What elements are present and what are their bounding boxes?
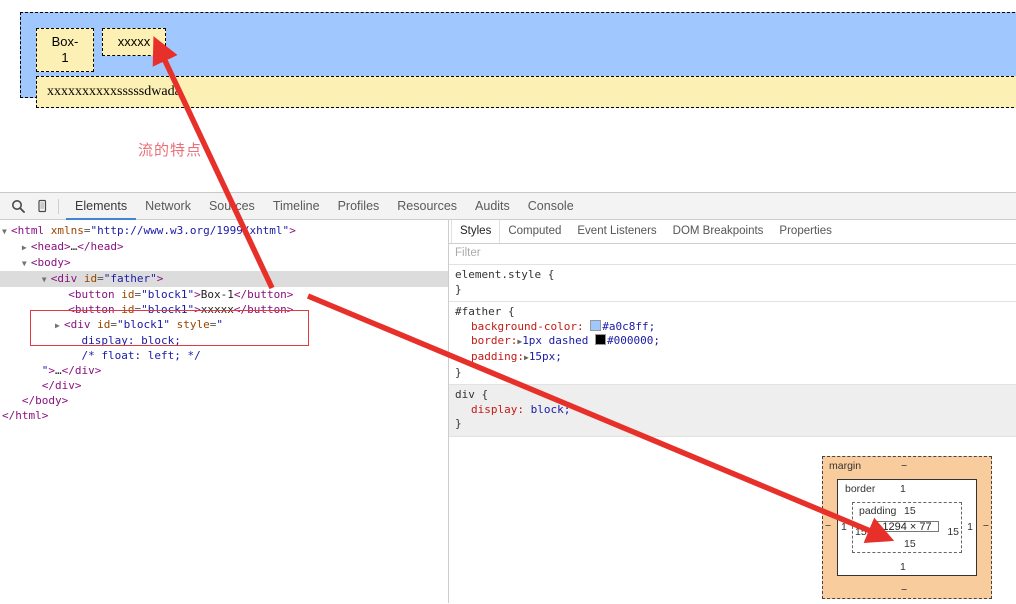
selector-father: #father { [455, 305, 515, 319]
toolbar-separator [58, 198, 59, 214]
dom-line-head[interactable]: ▶ <head>…</head> [0, 239, 448, 255]
selector-div: div { [455, 388, 489, 402]
value-border[interactable]: 1px dashed [522, 334, 588, 347]
dom-line-div-block1-close[interactable]: ">…</div> [0, 363, 448, 378]
box-model-margin-right[interactable]: − [983, 520, 989, 532]
tab-audits[interactable]: Audits [466, 193, 519, 220]
dom-line-html[interactable]: ▼ <html xmlns="http://www.w3.org/1999/xht… [0, 223, 448, 239]
dom-line-body[interactable]: ▼ <body> [0, 255, 448, 271]
value-border-color[interactable]: #000000; [607, 334, 660, 347]
prop-border[interactable]: border: [455, 334, 517, 347]
box-model-margin-area[interactable]: margin − − − − border 1 1 1 1 padding 15… [822, 456, 992, 599]
tab-elements[interactable]: Elements [66, 193, 136, 220]
search-icon[interactable] [6, 194, 30, 218]
box-model-border-left[interactable]: 1 [841, 521, 847, 533]
rule-close-brace: } [455, 365, 462, 379]
block1-div: xxxxxxxxxxsssssdwada [36, 76, 1016, 108]
dom-line-div-father[interactable]: ▼ <div id="father"> [0, 271, 448, 287]
dom-line-style-float-comment[interactable]: /* float: left; */ [0, 348, 448, 363]
box-model-border-top[interactable]: 1 [900, 483, 906, 495]
tab-resources[interactable]: Resources [388, 193, 466, 220]
rule-father[interactable]: #father { background-color: #a0c8ff; bor… [449, 302, 1016, 386]
dom-tree-pane[interactable]: ▼ <html xmlns="http://www.w3.org/1999/xht… [0, 220, 448, 603]
box-model-content-size[interactable]: 1294 × 77 [875, 521, 939, 533]
chinese-annotation-label: 流的特点 [138, 141, 203, 159]
dom-line-body-close[interactable]: </body> [0, 393, 448, 408]
box-model-border-bottom[interactable]: 1 [900, 561, 906, 573]
tab-network[interactable]: Network [136, 193, 200, 220]
box-model-padding-label: padding [859, 505, 897, 517]
box-model-padding-bottom[interactable]: 15 [904, 538, 916, 550]
box-model-padding-left[interactable]: 15 [855, 526, 867, 538]
box-model-padding-right[interactable]: 15 [947, 526, 959, 538]
box-model-padding-top[interactable]: 15 [904, 505, 916, 517]
style-filter-input[interactable]: Filter [449, 244, 1016, 265]
box-model-margin-left[interactable]: − [825, 520, 831, 532]
color-swatch-border[interactable] [595, 334, 607, 346]
dom-line-html-close[interactable]: </html> [0, 408, 448, 423]
styles-pane-tabs: Styles Computed Event Listeners DOM Brea… [449, 220, 1016, 244]
dom-line-button-xxxxx[interactable]: <button id="block1">xxxxx</button> [0, 302, 448, 317]
selector-element-style: element.style { [455, 268, 555, 281]
xxxxx-button[interactable]: xxxxx [102, 28, 166, 56]
rule-element-style[interactable]: element.style { } [449, 265, 1016, 303]
box-model-margin-top[interactable]: − [901, 460, 907, 472]
rule-close-brace: } [455, 282, 462, 296]
father-div: Box-1 xxxxx xxxxxxxxxxsssssdwada [20, 12, 1016, 108]
expand-triangle-icon[interactable]: ▼ [2, 224, 11, 239]
expand-triangle-icon[interactable]: ▼ [42, 272, 51, 287]
tab-styles[interactable]: Styles [451, 220, 501, 243]
dom-line-style-display[interactable]: display: block; [0, 333, 448, 348]
box-model-border-right[interactable]: 1 [967, 521, 973, 533]
value-display[interactable]: block; [531, 403, 571, 416]
value-padding[interactable]: 15px; [529, 350, 562, 363]
box-model-margin-label: margin [829, 460, 862, 472]
tab-event-listeners[interactable]: Event Listeners [569, 220, 664, 243]
collapse-triangle-icon[interactable]: ▶ [22, 240, 31, 255]
tab-console[interactable]: Console [519, 193, 583, 220]
tab-sources[interactable]: Sources [200, 193, 264, 220]
tab-profiles[interactable]: Profiles [329, 193, 389, 220]
dom-line-div-father-close[interactable]: </div> [0, 378, 448, 393]
dom-line-div-block1[interactable]: ▶ <div id="block1" style=" [0, 317, 448, 333]
box-1-button[interactable]: Box-1 [36, 28, 94, 72]
value-background-color[interactable]: #a0c8ff; [602, 320, 655, 333]
box-model-diagram: margin − − − − border 1 1 1 1 padding 15… [822, 456, 992, 599]
box-model-padding-area[interactable]: padding 15 15 15 15 1294 × 77 [852, 502, 962, 553]
collapse-triangle-icon[interactable]: ▶ [55, 318, 64, 333]
tab-timeline[interactable]: Timeline [264, 193, 329, 220]
tab-computed[interactable]: Computed [500, 220, 569, 243]
rule-close-brace: } [455, 417, 462, 431]
prop-padding[interactable]: padding: [455, 350, 524, 363]
expand-triangle-icon[interactable]: ▼ [22, 256, 31, 271]
device-toolbar-icon[interactable] [30, 194, 54, 218]
dom-line-button-box1[interactable]: <button id="block1">Box-1</button> [0, 287, 448, 302]
box-model-margin-bottom[interactable]: − [901, 584, 907, 596]
page-render-area: Box-1 xxxxx xxxxxxxxxxsssssdwada 流的特点 [0, 0, 1016, 192]
prop-background-color[interactable]: background-color: [455, 320, 584, 333]
box-model-border-area[interactable]: border 1 1 1 1 padding 15 15 15 15 1294 … [837, 479, 977, 576]
tab-dom-breakpoints[interactable]: DOM Breakpoints [665, 220, 772, 243]
color-swatch-background[interactable] [590, 319, 602, 331]
rule-div-user-agent[interactable]: div { display: block; } [449, 385, 1016, 437]
box-model-border-label: border [845, 483, 876, 495]
tab-properties[interactable]: Properties [771, 220, 839, 243]
prop-display[interactable]: display: [455, 403, 524, 416]
devtools-toolbar: Elements Network Sources Timeline Profil… [0, 193, 1016, 220]
